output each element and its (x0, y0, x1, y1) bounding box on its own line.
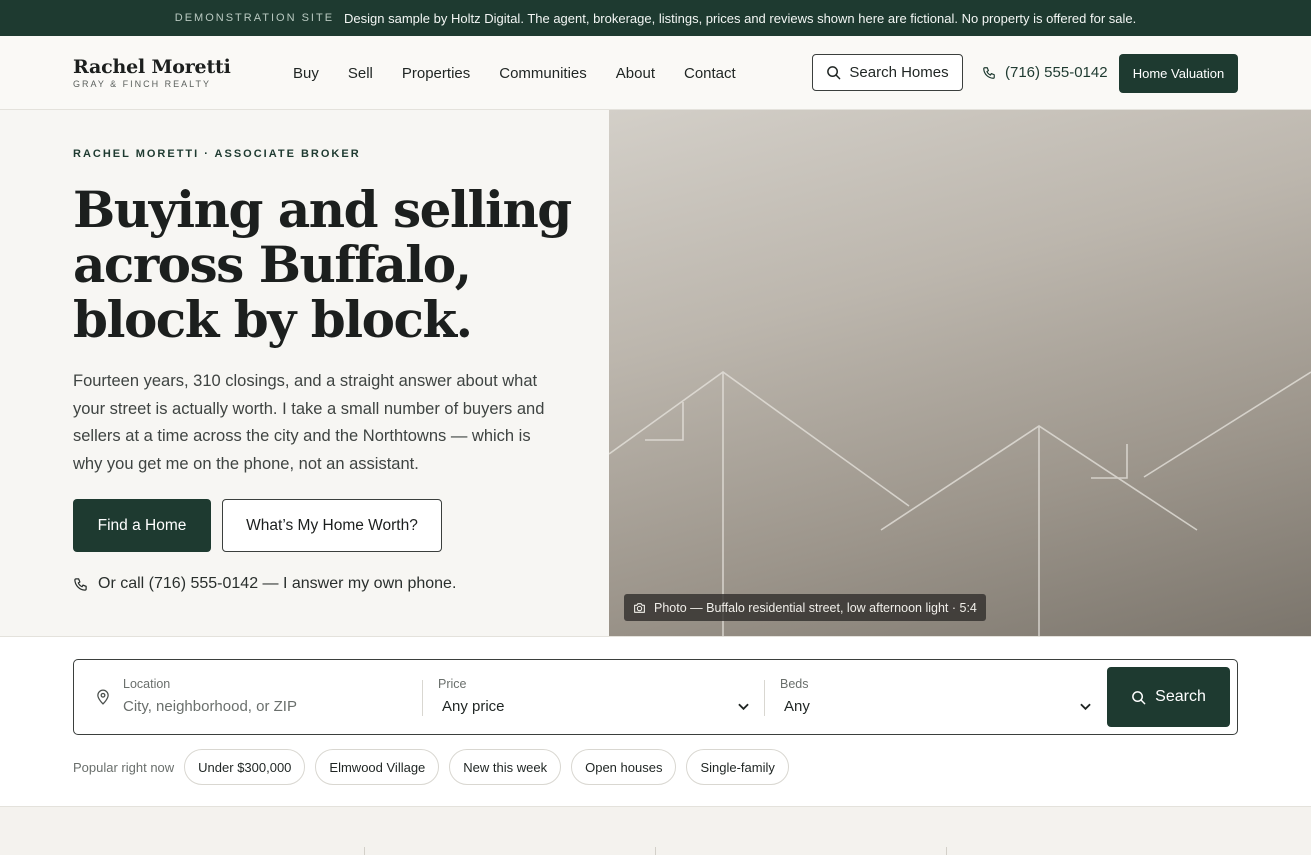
main-nav: Buy Sell Properties Communities About Co… (293, 36, 765, 110)
nav-buy[interactable]: Buy (293, 65, 319, 82)
site-header: Rachel Moretti GRAY & FINCH REALTY Buy S… (0, 36, 1311, 110)
hero-content: RACHEL MORETTI · ASSOCIATE BROKER Buying… (0, 110, 609, 636)
header-phone-link[interactable]: (716) 555-0142 (982, 54, 1108, 91)
chip-single-family[interactable]: Single-family (686, 749, 789, 785)
search-homes-label: Search Homes (849, 64, 949, 81)
photo-caption: Photo — Buffalo residential street, low … (624, 594, 986, 621)
location-input[interactable]: City, neighborhood, or ZIP (123, 698, 297, 715)
nav-contact[interactable]: Contact (684, 65, 736, 82)
demo-disclaimer: Design sample by Holtz Digital. The agen… (344, 10, 1137, 26)
camera-icon (634, 602, 645, 613)
photo-caption-text: Photo — Buffalo residential street, low … (654, 600, 977, 615)
chevron-down-icon (1080, 703, 1091, 711)
field-divider (764, 680, 765, 716)
search-submit-button[interactable]: Search (1107, 667, 1230, 727)
search-icon (1132, 690, 1146, 704)
find-home-button[interactable]: Find a Home (73, 499, 211, 552)
stat-divider (655, 847, 656, 855)
brand-subtitle: GRAY & FINCH REALTY (73, 79, 212, 89)
location-label: Location (123, 677, 171, 691)
house-outline-illustration (609, 371, 1311, 636)
price-label: Price (438, 677, 467, 691)
popular-searches: Popular right now Under $300,000 Elmwood… (73, 749, 799, 785)
home-worth-button[interactable]: What’s My Home Worth? (222, 499, 442, 552)
property-search-bar: Location City, neighborhood, or ZIP Pric… (73, 659, 1238, 735)
phone-icon (74, 577, 87, 591)
hero-call-line[interactable]: Or call (716) 555-0142 — I answer my own… (73, 575, 456, 593)
header-phone-number: (716) 555-0142 (1005, 64, 1108, 81)
beds-select[interactable]: Beds Any (780, 660, 1092, 734)
popular-label: Popular right now (73, 759, 175, 775)
search-submit-label: Search (1155, 688, 1206, 705)
search-section: Location City, neighborhood, or ZIP Pric… (0, 636, 1311, 807)
hero-intro: Fourteen years, 310 closings, and a stra… (73, 372, 545, 473)
hero-section: RACHEL MORETTI · ASSOCIATE BROKER Buying… (0, 110, 1311, 636)
nav-communities[interactable]: Communities (499, 65, 587, 82)
map-pin-icon (97, 689, 109, 705)
chip-under-300k[interactable]: Under $300,000 (184, 749, 306, 785)
search-icon (827, 66, 841, 80)
chip-elmwood-village[interactable]: Elmwood Village (315, 749, 440, 785)
demo-banner: DEMONSTRATION SITE Design sample by Holt… (0, 0, 1311, 36)
phone-icon (983, 66, 995, 79)
beds-label: Beds (780, 677, 809, 691)
hero-eyebrow: RACHEL MORETTI · ASSOCIATE BROKER (73, 148, 361, 160)
search-homes-button[interactable]: Search Homes (812, 54, 963, 91)
chip-new-this-week[interactable]: New this week (449, 749, 562, 785)
field-divider (422, 680, 423, 716)
home-valuation-button[interactable]: Home Valuation (1119, 54, 1238, 93)
hero-photo-placeholder: Photo — Buffalo residential street, low … (609, 110, 1311, 636)
location-field[interactable]: Location City, neighborhood, or ZIP (96, 660, 421, 734)
nav-properties[interactable]: Properties (402, 65, 470, 82)
stat-divider (364, 847, 365, 855)
chip-open-houses[interactable]: Open houses (571, 749, 677, 785)
price-select[interactable]: Price Any price (438, 660, 750, 734)
stat-divider (946, 847, 947, 855)
hero-headline: Buying and selling across Buffalo, block… (73, 180, 572, 349)
chevron-down-icon (738, 703, 749, 711)
price-value: Any price (442, 698, 505, 715)
stats-strip (0, 807, 1311, 855)
beds-value: Any (784, 698, 810, 715)
brand-logo[interactable]: Rachel Moretti GRAY & FINCH REALTY (73, 56, 231, 89)
nav-about[interactable]: About (616, 65, 655, 82)
nav-sell[interactable]: Sell (348, 65, 373, 82)
brand-name: Rachel Moretti (73, 56, 231, 78)
hero-call-text: Or call (716) 555-0142 — I answer my own… (98, 575, 457, 592)
demo-tag: DEMONSTRATION SITE (174, 12, 335, 24)
